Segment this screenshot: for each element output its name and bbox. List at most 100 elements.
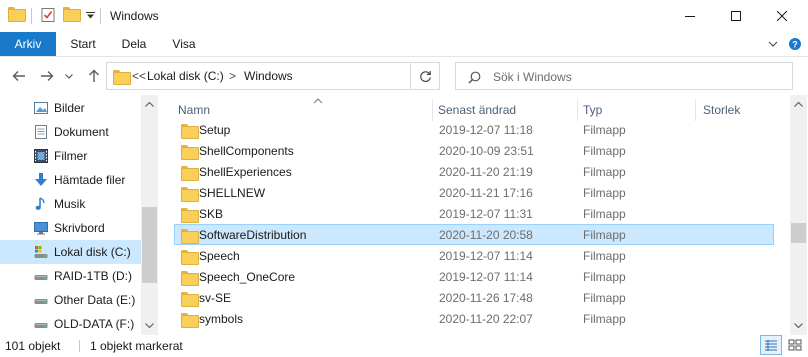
window-title: Windows [110,9,159,23]
details-view-button[interactable] [760,335,782,355]
column-label: Storlek [703,103,741,117]
nav-item-musik[interactable]: Musik [0,192,141,216]
file-list-scrollbar[interactable] [790,95,807,335]
file-type: Filmapp [583,312,626,326]
nav-item-lokal-disk-c[interactable]: Lokal disk (C:) [0,240,141,264]
file-date: 2020-10-09 23:51 [439,144,534,158]
expand-ribbon-icon[interactable] [766,37,780,51]
table-row[interactable]: ShellExperiences 2020-11-20 21:19 Filmap… [174,161,774,182]
up-button[interactable] [85,67,103,85]
scrollbar-thumb[interactable] [791,223,806,243]
navigation-scrollbar[interactable] [141,95,158,335]
nav-item-other-data[interactable]: Other Data (E:) [0,288,141,312]
scroll-down-icon[interactable] [144,320,155,331]
help-icon[interactable]: ? [788,37,802,51]
nav-label: Musik [54,197,86,211]
documents-icon [33,124,49,140]
selection-count: 1 objekt markerat [90,339,183,353]
title-divider [100,8,101,24]
ribbon: Arkiv Start Dela Visa ? [0,32,808,57]
file-date: 2019-12-07 11:14 [439,249,533,263]
tab-arkiv[interactable]: Arkiv [0,32,56,56]
large-icons-view-button[interactable] [784,335,806,355]
drive-icon [33,268,49,284]
table-row[interactable]: Setup 2019-12-07 11:18 Filmapp [174,119,774,140]
file-type: Filmapp [583,144,626,158]
close-button[interactable] [759,0,805,32]
folder-icon [8,7,26,22]
folder-icon [181,208,199,224]
nav-item-filmer[interactable]: Filmer [0,144,141,168]
table-row[interactable]: Speech_OneCore 2019-12-07 11:14 Filmapp [174,266,774,287]
file-date: 2019-12-07 11:14 [439,270,533,284]
tab-dela[interactable]: Dela [110,32,158,56]
scroll-down-icon[interactable] [793,320,804,331]
folder-icon [113,70,131,86]
table-row[interactable]: sv-SE 2020-11-26 17:48 Filmapp [174,287,774,308]
scroll-up-icon[interactable] [793,99,804,110]
nav-label: Other Data (E:) [54,293,136,307]
status-divider [79,340,80,352]
customize-toolbar-icon[interactable] [86,12,95,19]
nav-label: Skrivbord [54,221,105,235]
close-icon [777,11,787,21]
breadcrumb-windows[interactable]: Windows [244,69,293,83]
breadcrumb-lokal-disk[interactable]: Lokal disk (C:) [147,69,224,83]
nav-item-skrivbord[interactable]: Skrivbord [0,216,141,240]
table-row-selected[interactable]: SoftwareDistribution 2020-11-20 20:58 Fi… [174,224,774,245]
file-date: 2020-11-26 17:48 [439,291,533,305]
pictures-icon [33,100,49,116]
file-name: SKB [199,207,224,221]
nav-label: OLD-DATA (F:) [54,317,135,331]
nav-item-raid-1tb[interactable]: RAID-1TB (D:) [0,264,141,288]
breadcrumb-separator[interactable]: > [229,69,236,83]
file-name: SoftwareDistribution [199,228,307,242]
forward-button[interactable] [38,67,56,85]
tab-visa[interactable]: Visa [158,32,210,56]
file-name: ShellComponents [199,144,294,158]
scroll-up-icon[interactable] [144,99,155,110]
folder-icon [181,124,199,140]
music-icon [33,196,49,212]
nav-item-dokument[interactable]: Dokument [0,120,141,144]
file-type: Filmapp [583,291,626,305]
refresh-button[interactable] [410,62,440,90]
column-label: Namn [178,103,211,117]
new-folder-icon[interactable] [63,7,81,22]
address-bar[interactable]: << Lokal disk (C:) > Windows [106,62,500,90]
search-placeholder: Sök i Windows [493,70,572,84]
file-type: Filmapp [583,249,626,263]
file-date: 2019-12-07 11:31 [439,207,533,221]
minimize-button[interactable] [667,0,713,32]
back-button[interactable] [10,67,28,85]
folder-icon [181,166,199,182]
nav-item-old-data[interactable]: OLD-DATA (F:) [0,312,141,336]
file-name: sv-SE [199,291,232,305]
item-count: 101 objekt [5,339,61,353]
breadcrumb-overflow[interactable]: << [132,69,146,83]
table-row[interactable]: SKB 2019-12-07 11:31 Filmapp [174,203,774,224]
file-type: Filmapp [583,228,626,242]
nav-item-hamtade-filer[interactable]: Hämtade filer [0,168,141,192]
nav-label: Dokument [54,125,109,139]
navigation-pane: Bilder Dokument Filmer Hämtade filer Mus… [0,95,158,335]
recent-locations-button[interactable] [63,67,75,85]
details-view-icon [765,340,777,351]
minimize-icon [685,16,695,17]
title-bar: Windows [0,0,808,32]
properties-icon[interactable] [40,7,56,23]
nav-item-bilder[interactable]: Bilder [0,96,141,120]
drive-icon [33,316,49,332]
tab-start[interactable]: Start [56,32,110,56]
nav-label: Hämtade filer [54,173,126,187]
scrollbar-thumb[interactable] [142,207,157,283]
folder-icon [181,250,199,266]
table-row[interactable]: SHELLNEW 2020-11-21 17:16 Filmapp [174,182,774,203]
table-row[interactable]: Speech 2019-12-07 11:14 Filmapp [174,245,774,266]
table-row[interactable]: symbols 2020-11-20 22:07 Filmapp [174,308,774,329]
desktop-icon [33,220,49,236]
maximize-button[interactable] [713,0,759,32]
table-row[interactable]: ShellComponents 2020-10-09 23:51 Filmapp [174,140,774,161]
maximize-icon [731,11,741,21]
search-input[interactable]: Sök i Windows [455,62,793,90]
